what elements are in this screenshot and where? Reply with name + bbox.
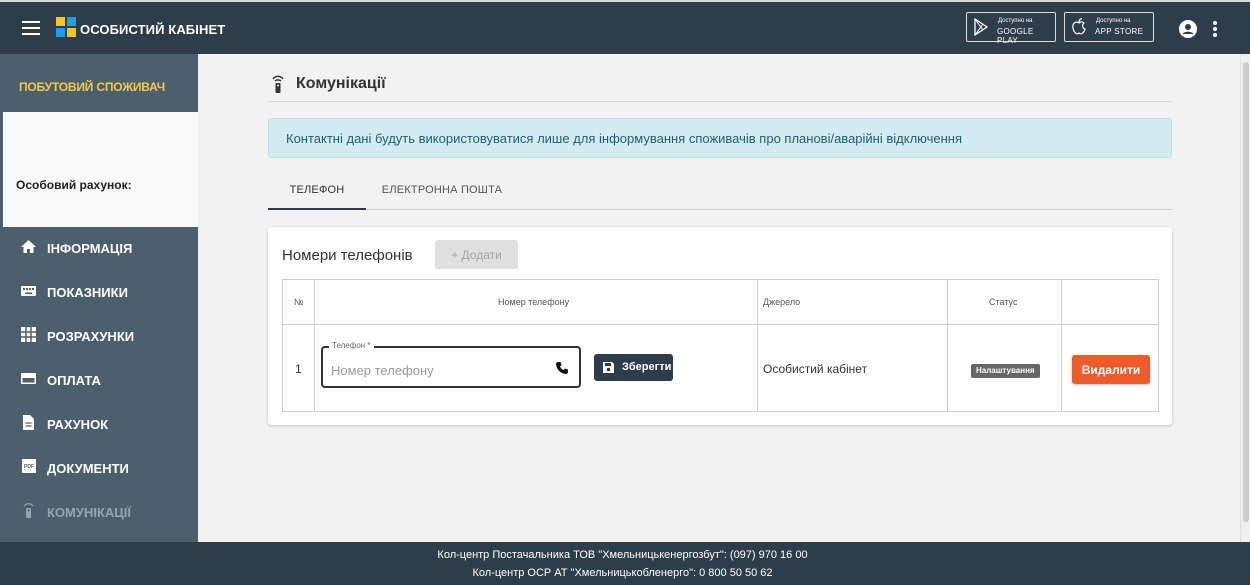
add-phone-button[interactable]: + Додати xyxy=(435,240,518,269)
svg-text:PDF: PDF xyxy=(24,464,34,470)
table-header-divider xyxy=(283,324,1158,325)
pdf-icon: PDF xyxy=(22,459,36,473)
table-column-divider xyxy=(314,280,315,411)
sidebar-item-communications[interactable]: КОМУНІКАЦІЇ xyxy=(0,491,198,531)
phone-input[interactable]: Телефон * Номер телефону xyxy=(321,341,581,388)
sidebar-item-label: ОПЛАТА xyxy=(47,373,101,388)
sidebar-item-label: РОЗРАХУНКИ xyxy=(47,329,135,344)
sidebar-item-readings[interactable]: ПОКАЗНИКИ xyxy=(0,271,198,311)
phone-source: Особистий кабінет xyxy=(763,362,868,376)
app-store-button[interactable]: Доступно на APP STORE xyxy=(1064,12,1154,42)
account-number-label: Особовий рахунок: xyxy=(16,178,132,192)
title-divider xyxy=(268,101,1172,102)
sidebar-item-documents[interactable]: PDF ДОКУМЕНТИ xyxy=(0,447,198,487)
table-column-divider xyxy=(947,280,948,411)
tab-bar: ТЕЛЕФОН ЕЛЕКТРОННА ПОШТА xyxy=(268,172,1172,210)
sidebar-item-bill[interactable]: РАХУНОК xyxy=(0,403,198,443)
tab-email[interactable]: ЕЛЕКТРОННА ПОШТА xyxy=(366,172,518,210)
sidebar-item-label: ІНФОРМАЦІЯ xyxy=(47,241,133,256)
sidebar-item-info[interactable]: ІНФОРМАЦІЯ xyxy=(0,227,198,267)
consumer-type-label: ПОБУТОВИЙ СПОЖИВАЧ xyxy=(0,54,198,112)
card-title: Номери телефонів xyxy=(282,247,413,264)
home-icon xyxy=(21,240,36,253)
document-icon xyxy=(23,415,34,430)
sidebar-item-label: ДОКУМЕНТИ xyxy=(47,461,129,476)
footer-supplier-callcenter: Кол-центр Постачальника ТОВ "Хмельницьке… xyxy=(437,549,808,561)
sidebar-item-calculations[interactable]: РОЗРАХУНКИ xyxy=(0,315,198,355)
status-badge: Налаштування xyxy=(971,364,1040,378)
column-header-status: Статус xyxy=(989,297,1018,307)
credit-card-icon xyxy=(21,373,36,384)
logo-icon xyxy=(56,17,76,37)
google-play-small-text: Доступно на xyxy=(998,18,1033,24)
column-header-phone: Номер телефону xyxy=(498,297,570,307)
footer-dso-callcenter: Кол-центр ОСР АТ "Хмельницькобленерго": … xyxy=(472,567,773,579)
sidebar-item-payment[interactable]: ОПЛАТА xyxy=(0,359,198,399)
page-title: Комунікації xyxy=(296,75,386,92)
table-column-divider xyxy=(1061,280,1062,411)
delete-button[interactable]: Видалити xyxy=(1072,355,1150,384)
app-title: ОСОБИСТИЙ КАБІНЕТ xyxy=(80,22,226,37)
footer: Кол-центр Постачальника ТОВ "Хмельницьке… xyxy=(0,542,1250,585)
more-vert-icon[interactable] xyxy=(1212,21,1218,37)
tab-phone[interactable]: ТЕЛЕФОН xyxy=(268,172,366,210)
grid-icon xyxy=(21,327,36,342)
menu-icon[interactable] xyxy=(22,21,40,35)
sidebar-nav: ІНФОРМАЦІЯ ПОКАЗНИКИ РОЗРАХУНКИ ОПЛАТА Р… xyxy=(0,227,198,542)
phone-input-label: Телефон * xyxy=(329,341,374,350)
sidebar-item-label: РАХУНОК xyxy=(47,417,109,432)
google-play-big-text: GOOGLE PLAY xyxy=(997,27,1034,45)
apple-icon xyxy=(1072,18,1086,35)
phone-icon xyxy=(556,362,568,374)
phones-table: № Номер телефону Джерело Статус 1 Телефо… xyxy=(282,279,1159,412)
remote-icon xyxy=(272,75,284,93)
phone-input-placeholder: Номер телефону xyxy=(331,363,434,378)
top-bar: ОСОБИСТИЙ КАБІНЕТ Доступно на GOOGLE PLA… xyxy=(0,0,1250,54)
keyboard-icon xyxy=(21,286,36,296)
sidebar-item-label: КОМУНІКАЦІЇ xyxy=(47,505,131,520)
page-scrollbar[interactable] xyxy=(1240,54,1250,542)
save-button-label: Зберегти xyxy=(622,361,672,373)
google-play-button[interactable]: Доступно на GOOGLE PLAY xyxy=(966,12,1056,45)
column-header-source: Джерело xyxy=(763,297,801,307)
phones-card: Номери телефонів + Додати № Номер телефо… xyxy=(268,227,1172,425)
google-play-icon xyxy=(974,18,989,36)
sidebar: ПОБУТОВИЙ СПОЖИВАЧ Особовий рахунок: ІНФ… xyxy=(0,54,198,542)
table-column-divider xyxy=(757,280,758,411)
info-notice: Контактні дані будуть використовуватися … xyxy=(268,118,1172,158)
sidebar-item-label: ПОКАЗНИКИ xyxy=(47,285,128,300)
remote-icon xyxy=(23,503,34,518)
floppy-icon xyxy=(603,362,614,373)
row-number: 1 xyxy=(295,362,302,376)
app-store-big-text: APP STORE xyxy=(1095,27,1144,36)
column-header-number: № xyxy=(294,297,304,307)
account-box: Особовий рахунок: xyxy=(3,112,198,227)
save-button[interactable]: Зберегти xyxy=(594,354,673,381)
app-store-small-text: Доступно на xyxy=(1096,18,1131,24)
account-circle-icon[interactable] xyxy=(1179,20,1197,38)
